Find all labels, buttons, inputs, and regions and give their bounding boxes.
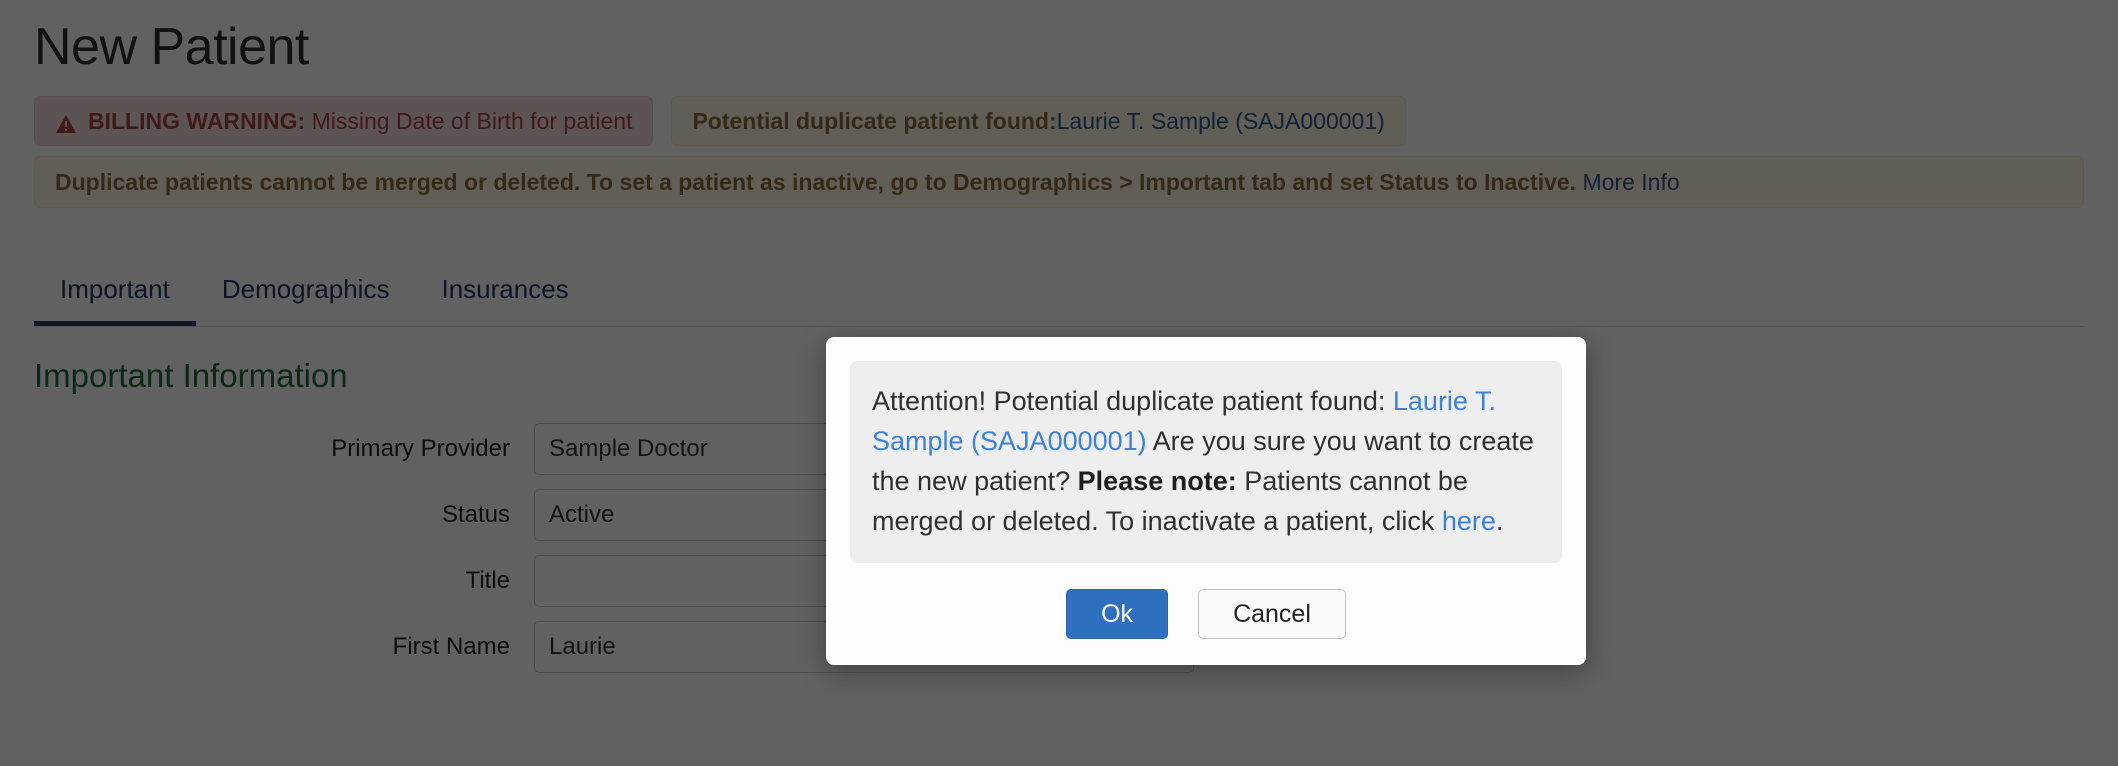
cancel-button[interactable]: Cancel <box>1198 589 1346 639</box>
dialog-note-text-after: . <box>1495 506 1504 536</box>
dialog-here-link[interactable]: here <box>1442 506 1496 536</box>
dialog-message: Attention! Potential duplicate patient f… <box>850 361 1562 563</box>
dialog-button-row: Ok Cancel <box>850 589 1562 639</box>
duplicate-patient-confirm-dialog: Attention! Potential duplicate patient f… <box>826 337 1586 665</box>
dialog-note-label: Please note: <box>1077 466 1237 496</box>
dialog-line-1: Attention! Potential duplicate patient f… <box>872 386 1386 416</box>
ok-button[interactable]: Ok <box>1066 589 1169 639</box>
